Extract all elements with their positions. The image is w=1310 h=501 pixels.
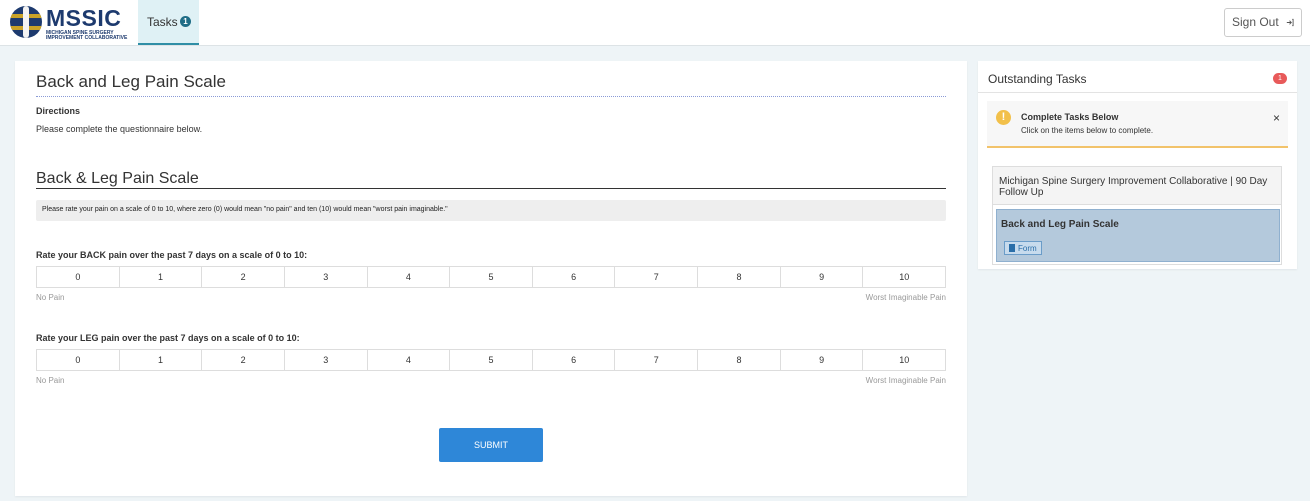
scale-option[interactable]: 10: [863, 350, 945, 370]
outstanding-count-badge: 1: [1273, 73, 1287, 84]
sign-out-button[interactable]: Sign Out: [1224, 8, 1302, 37]
submit-button[interactable]: SUBMIT: [439, 428, 543, 462]
section-title: Back & Leg Pain Scale: [36, 170, 199, 187]
scale-option[interactable]: 0: [37, 267, 120, 287]
scale-option[interactable]: 0: [37, 350, 120, 370]
logo-text: MSSIC: [46, 5, 122, 31]
scale-option[interactable]: 5: [450, 350, 533, 370]
scale-option[interactable]: 6: [533, 267, 616, 287]
back-high-anchor: Worst Imaginable Pain: [865, 293, 946, 302]
scale-option[interactable]: 8: [698, 267, 781, 287]
scale-option[interactable]: 2: [202, 350, 285, 370]
instruction-text: Please rate your pain on a scale of 0 to…: [42, 206, 448, 213]
task-list: Michigan Spine Surgery Improvement Colla…: [992, 166, 1282, 265]
outstanding-tasks-panel: Outstanding Tasks 1 ! Complete Tasks Bel…: [978, 61, 1297, 269]
back-pain-question: Rate your BACK pain over the past 7 days…: [36, 250, 308, 260]
leg-pain-scale: 0 1 2 3 4 5 6 7 8 9 10: [36, 349, 946, 371]
scale-option[interactable]: 4: [368, 350, 451, 370]
task-list-item-selected[interactable]: Back and Leg Pain Scale Form: [996, 209, 1280, 262]
globe-spine-icon: [10, 6, 42, 38]
scale-option[interactable]: 8: [698, 350, 781, 370]
scale-option[interactable]: 1: [120, 267, 203, 287]
alert-title: Complete Tasks Below: [1021, 112, 1119, 122]
close-icon[interactable]: ×: [1273, 111, 1280, 125]
task-label: Back and Leg Pain Scale: [1001, 219, 1119, 230]
scale-option[interactable]: 7: [615, 350, 699, 370]
document-icon: [1009, 244, 1015, 252]
scale-option[interactable]: 3: [285, 350, 368, 370]
instruction-box: Please rate your pain on a scale of 0 to…: [36, 200, 946, 221]
back-low-anchor: No Pain: [36, 293, 65, 302]
leg-low-anchor: No Pain: [36, 376, 65, 385]
task-list-item[interactable]: Michigan Spine Surgery Improvement Colla…: [993, 167, 1281, 205]
tasks-alert: ! Complete Tasks Below Click on the item…: [987, 101, 1288, 148]
alert-text: Click on the items below to complete.: [1021, 126, 1154, 135]
form-link[interactable]: Form: [1004, 241, 1042, 255]
directions-text: Please complete the questionnaire below.: [36, 124, 203, 134]
tab-tasks-label: Tasks: [147, 15, 178, 29]
page-title: Back and Leg Pain Scale: [36, 72, 226, 91]
task-label: Michigan Spine Surgery Improvement Colla…: [999, 176, 1268, 198]
section-divider: [36, 188, 946, 189]
scale-option[interactable]: 10: [863, 267, 945, 287]
tasks-count-badge: 1: [180, 16, 191, 27]
leg-high-anchor: Worst Imaginable Pain: [865, 376, 946, 385]
scale-option[interactable]: 3: [285, 267, 368, 287]
outstanding-tasks-title: Outstanding Tasks: [988, 72, 1087, 86]
scale-option[interactable]: 6: [533, 350, 616, 370]
scale-option[interactable]: 9: [781, 267, 864, 287]
warning-icon: !: [996, 110, 1011, 125]
sign-out-icon: [1286, 18, 1294, 27]
logo-subtext: MICHIGAN SPINE SURGERY IMPROVEMENT COLLA…: [46, 30, 128, 41]
title-divider: [36, 96, 946, 97]
top-navbar: MSSIC MICHIGAN SPINE SURGERY IMPROVEMENT…: [0, 0, 1310, 46]
back-pain-scale: 0 1 2 3 4 5 6 7 8 9 10: [36, 266, 946, 288]
scale-option[interactable]: 1: [120, 350, 203, 370]
tab-tasks[interactable]: Tasks 1: [138, 0, 199, 45]
directions-heading: Directions: [36, 106, 81, 116]
scale-option[interactable]: 7: [615, 267, 699, 287]
scale-option[interactable]: 2: [202, 267, 285, 287]
scale-option[interactable]: 5: [450, 267, 533, 287]
leg-pain-question: Rate your LEG pain over the past 7 days …: [36, 333, 300, 343]
questionnaire-card: Back and Leg Pain Scale Directions Pleas…: [15, 61, 967, 496]
scale-option[interactable]: 4: [368, 267, 451, 287]
scale-option[interactable]: 9: [781, 350, 864, 370]
panel-divider: [978, 92, 1297, 93]
mssic-logo[interactable]: MSSIC MICHIGAN SPINE SURGERY IMPROVEMENT…: [8, 4, 128, 41]
